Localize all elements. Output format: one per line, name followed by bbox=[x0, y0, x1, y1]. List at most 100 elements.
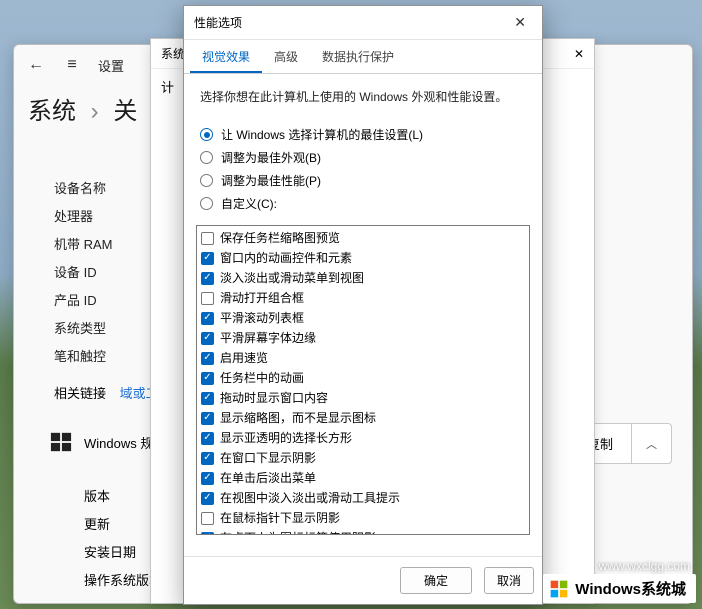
dialog-title: 性能选项 bbox=[194, 14, 242, 31]
checkbox-label: 显示亚透明的选择长方形 bbox=[220, 429, 352, 447]
effects-listbox[interactable]: 保存任务栏缩略图预览窗口内的动画控件和元素淡入淡出或滑动菜单到视图滑动打开组合框… bbox=[196, 225, 530, 535]
radio-option[interactable]: 调整为最佳外观(B) bbox=[200, 146, 526, 169]
radio-icon bbox=[200, 128, 213, 141]
brand-logo-icon bbox=[549, 579, 569, 599]
radio-label: 调整为最佳性能(P) bbox=[221, 172, 321, 189]
checkbox-icon bbox=[201, 252, 214, 265]
dialog-description: 选择你想在此计算机上使用的 Windows 外观和性能设置。 bbox=[184, 74, 542, 123]
checkbox-icon bbox=[201, 332, 214, 345]
watermark-url: www.wxclgg.com bbox=[599, 559, 690, 573]
crumb-sep: › bbox=[91, 98, 99, 125]
checkbox-label: 淡入淡出或滑动菜单到视图 bbox=[220, 269, 364, 287]
checkbox-icon bbox=[201, 272, 214, 285]
checkbox-icon bbox=[201, 372, 214, 385]
dialog-titlebar: 性能选项 ✕ bbox=[184, 6, 542, 40]
related-label: 相关链接 bbox=[54, 386, 106, 401]
checkbox-label: 保存任务栏缩略图预览 bbox=[220, 229, 340, 247]
close-icon[interactable]: ✕ bbox=[574, 47, 584, 61]
checkbox-option[interactable]: 显示缩略图，而不是显示图标 bbox=[201, 408, 525, 428]
checkbox-option[interactable]: 任务栏中的动画 bbox=[201, 368, 525, 388]
device-specs-list: 设备名称 处理器 机带 RAM 设备 ID 产品 ID 系统类型 笔和触控 bbox=[54, 175, 113, 371]
checkbox-label: 显示缩略图，而不是显示图标 bbox=[220, 409, 376, 427]
checkbox-icon bbox=[201, 492, 214, 505]
spec-row: 设备 ID bbox=[54, 259, 113, 287]
radio-label: 调整为最佳外观(B) bbox=[221, 149, 321, 166]
radio-group: 让 Windows 选择计算机的最佳设置(L) 调整为最佳外观(B) 调整为最佳性能… bbox=[184, 123, 542, 223]
checkbox-label: 平滑滚动列表框 bbox=[220, 309, 304, 327]
checkbox-option[interactable]: 在单击后淡出菜单 bbox=[201, 468, 525, 488]
checkbox-icon bbox=[201, 352, 214, 365]
spec-row: 处理器 bbox=[54, 203, 113, 231]
menu-icon[interactable]: ≡ bbox=[62, 55, 82, 75]
checkbox-option[interactable]: 显示亚透明的选择长方形 bbox=[201, 428, 525, 448]
checkbox-option[interactable]: 淡入淡出或滑动菜单到视图 bbox=[201, 268, 525, 288]
checkbox-option[interactable]: 在鼠标指针下显示阴影 bbox=[201, 508, 525, 528]
checkbox-label: 拖动时显示窗口内容 bbox=[220, 389, 328, 407]
performance-options-dialog: 性能选项 ✕ 视觉效果 高级 数据执行保护 选择你想在此计算机上使用的 Wind… bbox=[183, 5, 543, 605]
checkbox-option[interactable]: 窗口内的动画控件和元素 bbox=[201, 248, 525, 268]
windows-logo-icon bbox=[50, 431, 72, 453]
cancel-button[interactable]: 取消 bbox=[484, 567, 534, 594]
checkbox-label: 在桌面上为图标标签使用阴影 bbox=[220, 529, 376, 535]
crumb-system[interactable]: 系统 bbox=[28, 98, 76, 125]
checkbox-label: 在鼠标指针下显示阴影 bbox=[220, 509, 340, 527]
spec-row: 产品 ID bbox=[54, 287, 113, 315]
radio-option[interactable]: 自定义(C): bbox=[200, 192, 526, 215]
checkbox-option[interactable]: 启用速览 bbox=[201, 348, 525, 368]
checkbox-option[interactable]: 在窗口下显示阴影 bbox=[201, 448, 525, 468]
related-links: 相关链接 域或工 bbox=[54, 383, 159, 402]
dialog-footer: 确定 取消 bbox=[184, 556, 542, 604]
radio-icon bbox=[200, 174, 213, 187]
brand-text: Windows系统城 bbox=[575, 578, 686, 599]
checkbox-icon bbox=[201, 292, 214, 305]
checkbox-label: 在窗口下显示阴影 bbox=[220, 449, 316, 467]
back-icon[interactable]: ← bbox=[26, 55, 46, 75]
checkbox-icon bbox=[201, 432, 214, 445]
checkbox-label: 在视图中淡入淡出或滑动工具提示 bbox=[220, 489, 400, 507]
checkbox-icon bbox=[201, 532, 214, 536]
checkbox-option[interactable]: 平滑屏幕字体边缘 bbox=[201, 328, 525, 348]
checkbox-option[interactable]: 在桌面上为图标标签使用阴影 bbox=[201, 528, 525, 535]
checkbox-label: 在单击后淡出菜单 bbox=[220, 469, 316, 487]
crumb-about: 关 bbox=[113, 98, 137, 125]
radio-label: 让 Windows 选择计算机的最佳设置(L) bbox=[221, 126, 423, 143]
checkbox-icon bbox=[201, 232, 214, 245]
tab-visual-effects[interactable]: 视觉效果 bbox=[190, 40, 262, 73]
sysprop-title: 系统 bbox=[161, 45, 185, 62]
checkbox-option[interactable]: 保存任务栏缩略图预览 bbox=[201, 228, 525, 248]
spec-row: 笔和触控 bbox=[54, 343, 113, 371]
checkbox-label: 平滑屏幕字体边缘 bbox=[220, 329, 316, 347]
checkbox-icon bbox=[201, 412, 214, 425]
chevron-up-icon[interactable]: ︿ bbox=[632, 426, 671, 462]
settings-title: 设置 bbox=[98, 56, 124, 75]
checkbox-option[interactable]: 拖动时显示窗口内容 bbox=[201, 388, 525, 408]
close-icon[interactable]: ✕ bbox=[508, 12, 532, 33]
radio-option[interactable]: 调整为最佳性能(P) bbox=[200, 169, 526, 192]
checkbox-icon bbox=[201, 392, 214, 405]
radio-icon bbox=[200, 197, 213, 210]
checkbox-label: 窗口内的动画控件和元素 bbox=[220, 249, 352, 267]
ok-button[interactable]: 确定 bbox=[400, 567, 472, 594]
radio-label: 自定义(C): bbox=[221, 195, 277, 212]
checkbox-icon bbox=[201, 472, 214, 485]
tab-dep[interactable]: 数据执行保护 bbox=[310, 40, 406, 73]
spec-row: 设备名称 bbox=[54, 175, 113, 203]
radio-option[interactable]: 让 Windows 选择计算机的最佳设置(L) bbox=[200, 123, 526, 146]
checkbox-option[interactable]: 平滑滚动列表框 bbox=[201, 308, 525, 328]
spec-row: 机带 RAM bbox=[54, 231, 113, 259]
checkbox-icon bbox=[201, 512, 214, 525]
checkbox-icon bbox=[201, 312, 214, 325]
spec-row: 系统类型 bbox=[54, 315, 113, 343]
windows-spec-header: Windows 规 bbox=[50, 431, 153, 453]
checkbox-icon bbox=[201, 452, 214, 465]
checkbox-label: 启用速览 bbox=[220, 349, 268, 367]
checkbox-label: 滑动打开组合框 bbox=[220, 289, 304, 307]
tab-advanced[interactable]: 高级 bbox=[262, 40, 310, 73]
radio-icon bbox=[200, 151, 213, 164]
checkbox-option[interactable]: 滑动打开组合框 bbox=[201, 288, 525, 308]
checkbox-option[interactable]: 在视图中淡入淡出或滑动工具提示 bbox=[201, 488, 525, 508]
windows-spec-label: Windows 规 bbox=[84, 433, 153, 452]
watermark-brand: Windows系统城 bbox=[543, 574, 696, 603]
checkbox-label: 任务栏中的动画 bbox=[220, 369, 304, 387]
dialog-tabs: 视觉效果 高级 数据执行保护 bbox=[184, 40, 542, 74]
